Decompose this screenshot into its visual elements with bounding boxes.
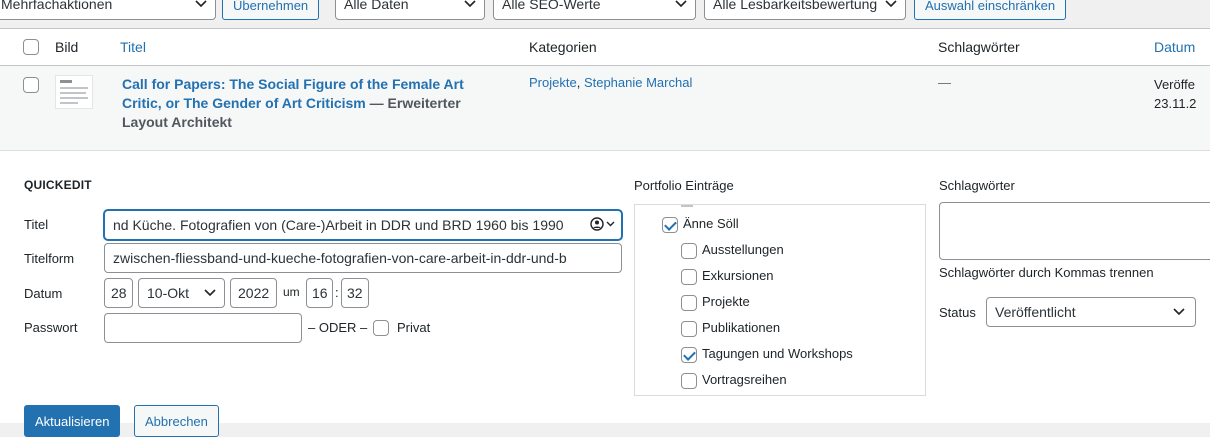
date-colon: : [335,285,339,300]
portfolio-label: Portfolio Einträge [634,178,734,193]
post-categories: Projekte, Stephanie Marchal [529,75,693,90]
readability-filter-value: Alle Lesbarkeitsbewertung [713,0,878,12]
select-all-checkbox[interactable] [23,39,39,55]
portfolio-checkbox[interactable] [681,347,697,363]
category-link[interactable]: Projekte [529,75,577,90]
date-day-input[interactable]: 28 [104,278,133,308]
status-value: Veröffentlicht [995,304,1076,320]
password-label: Passwort [24,320,78,335]
table-row: Call for Papers: The Social Figure of th… [0,66,1210,151]
chevron-down-icon [675,0,687,8]
chevron-down-icon [195,0,207,8]
post-tags: — [938,75,951,90]
date-hour-input[interactable]: 16 [306,278,333,308]
dates-filter-value: Alle Daten [344,0,409,12]
scroll-hint [681,205,693,207]
dates-filter-select[interactable]: Alle Daten [335,0,485,20]
column-date-sort[interactable]: Datum [1154,39,1195,55]
post-title: Call for Papers: The Social Figure of th… [122,75,482,132]
chevron-down-icon [885,0,897,8]
table-header: Bild Titel Kategorien Schlagwörter Datum [0,28,1210,66]
date-minute-input[interactable]: 32 [341,278,369,308]
or-label: – ODER – [308,320,368,335]
portfolio-checkbox[interactable] [681,321,697,337]
category-link[interactable]: Stephanie Marchal [584,75,692,90]
date-month-value: 10-Okt [147,285,190,301]
post-date: Veröffe 23.11.2 [1154,75,1196,113]
date-month-select[interactable]: 10-Okt [138,278,225,308]
tags-textarea[interactable] [939,202,1210,260]
private-label: Privat [397,320,431,335]
portfolio-checkbox[interactable] [681,269,697,285]
readability-filter-select[interactable]: Alle Lesbarkeitsbewertung [704,0,906,20]
tags-hint: Schlagwörter durch Kommas trennen [939,265,1154,280]
portfolio-tree[interactable]: Änne Söll Ausstellungen Exkursionen Proj… [634,204,926,396]
date-year-input[interactable]: 2022 [230,278,277,308]
password-manager-icon[interactable] [590,217,615,231]
seo-filter-value: Alle SEO-Werte [502,0,601,12]
status-select[interactable]: Veröffentlicht [986,297,1196,327]
portfolio-checkbox[interactable] [681,373,697,389]
column-tags: Schlagwörter [938,39,1020,55]
bulk-actions-select[interactable]: Mehrfachaktionen [0,0,216,20]
slug-label: Titelform [24,251,75,266]
quickedit-panel: QUICKEDIT Titel nd Küche. Fotografien vo… [0,151,1210,423]
row-checkbox[interactable] [23,77,39,93]
column-title-sort[interactable]: Titel [120,39,146,55]
quickedit-heading: QUICKEDIT [24,178,92,192]
password-input[interactable] [104,313,302,343]
seo-filter-select[interactable]: Alle SEO-Werte [493,0,696,20]
post-thumbnail[interactable] [55,75,93,109]
column-categories: Kategorien [529,39,597,55]
post-date-value: 23.11.2 [1154,96,1197,111]
chevron-down-icon [1173,308,1185,316]
column-image: Bild [55,39,79,55]
tags-label: Schlagwörter [939,178,1015,193]
date-at-label: um [283,285,300,299]
cancel-button[interactable]: Abbrechen [134,405,219,437]
chevron-down-icon [204,289,216,297]
slug-input[interactable]: zwischen-fliessband-und-kueche-fotografi… [104,243,622,273]
apply-button[interactable]: Übernehmen [222,0,320,20]
portfolio-checkbox[interactable] [662,217,678,233]
date-label: Datum [24,286,63,301]
status-label: Status [939,305,976,320]
portfolio-checkbox[interactable] [681,295,697,311]
title-label: Titel [24,217,49,232]
bulk-actions-value: Mehrfachaktionen [1,0,113,12]
private-checkbox[interactable] [373,320,389,336]
title-input[interactable]: nd Küche. Fotografien von (Care-)Arbeit … [104,210,622,240]
title-input-value: nd Küche. Fotografien von (Care-)Arbeit … [113,217,564,233]
filter-button[interactable]: Auswahl einschränken [914,0,1067,20]
chevron-down-icon [606,221,615,227]
update-button[interactable]: Aktualisieren [24,405,121,437]
portfolio-checkbox[interactable] [681,243,697,259]
chevron-down-icon [464,0,476,8]
user-circle-icon [590,217,604,231]
post-date-status: Veröffe [1154,77,1195,92]
